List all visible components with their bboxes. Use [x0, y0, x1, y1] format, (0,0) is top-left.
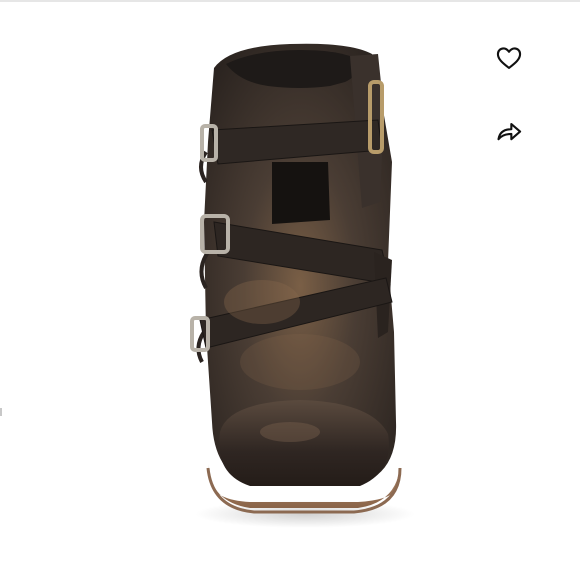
heart-outline-icon — [496, 47, 522, 69]
share-arrow-icon — [497, 122, 522, 141]
product-image-area — [0, 2, 580, 580]
product-image-boot — [190, 43, 415, 528]
leather-highlight — [224, 280, 300, 324]
like-button[interactable] — [491, 40, 527, 76]
toe-cap — [219, 400, 389, 486]
edge-indicator — [0, 408, 2, 416]
boot-inner-gap — [272, 162, 330, 224]
share-button[interactable] — [491, 113, 527, 149]
